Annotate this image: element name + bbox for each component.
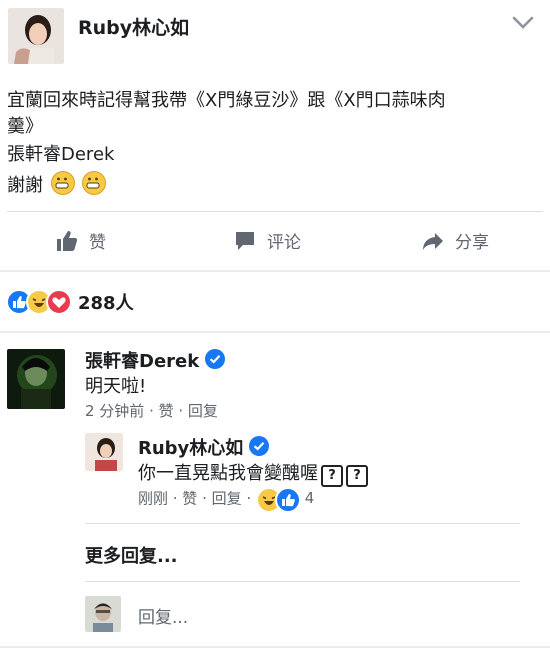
reply-reactions[interactable] [255, 487, 301, 513]
post-thanks-line: 謝謝 [7, 171, 107, 197]
chevron-down-icon[interactable] [512, 15, 534, 34]
comment-author-line: 張軒睿Derek [85, 347, 226, 373]
reply-meta-line: 刚刚 · 赞 · 回复 · 4 [138, 487, 315, 513]
like-label: 赞 [89, 233, 106, 253]
love-reaction-icon [46, 289, 72, 315]
unknown-glyph-icon: ? [321, 465, 343, 487]
share-label: 分享 [455, 233, 489, 253]
section-separator [0, 270, 550, 272]
section-separator [0, 331, 550, 333]
grin-emoji-icon [50, 171, 75, 195]
post-author-avatar[interactable] [8, 8, 64, 64]
reply-author-avatar[interactable] [85, 433, 123, 471]
avatar-image [8, 8, 64, 64]
share-button[interactable]: 分享 [421, 228, 489, 253]
verified-badge-icon [205, 349, 226, 369]
like-button[interactable]: 赞 [55, 228, 106, 253]
avatar-image [85, 433, 123, 471]
avatar-image [7, 349, 65, 409]
comment-button[interactable]: 评论 [233, 228, 301, 253]
share-icon [423, 232, 443, 250]
comment-author-avatar[interactable] [7, 349, 65, 409]
reply-reaction-count: 4 [304, 489, 315, 507]
grin-emoji-icon [82, 171, 107, 195]
comment-meta[interactable]: 2 分钟前 · 赞 · 回复 [85, 400, 218, 421]
post-mention[interactable]: 張軒睿Derek [7, 140, 114, 166]
reply-text: 你一直晃點我會變醜喔 [138, 463, 318, 484]
unknown-glyph-icon: ? [346, 465, 368, 487]
comment-icon [236, 231, 254, 250]
reply-author-line: Ruby林心如 [138, 434, 270, 460]
current-user-avatar[interactable] [85, 596, 121, 632]
post-thanks-text: 謝謝 [7, 175, 43, 196]
divider [85, 523, 520, 524]
post-text-line1: 宜蘭回來時記得幫我帶《X門綠豆沙》跟《X門口蒜味肉 [7, 90, 446, 111]
comment-author-name[interactable]: 張軒睿Derek [85, 351, 199, 372]
more-replies-link[interactable]: 更多回复... [85, 542, 178, 568]
reply-input[interactable]: 回复... [138, 603, 188, 628]
verified-badge-icon [249, 436, 270, 456]
post-author-name[interactable]: Ruby林心如 [78, 13, 189, 40]
avatar-image [85, 596, 121, 632]
reply-meta[interactable]: 刚刚 · 赞 · 回复 · [138, 490, 251, 508]
comment-text: 明天啦! [85, 376, 147, 397]
bottom-separator [0, 646, 550, 648]
like-reaction-icon [274, 487, 301, 513]
divider [85, 581, 520, 582]
divider [7, 211, 543, 212]
reply-author-name[interactable]: Ruby林心如 [138, 438, 243, 459]
comment-label: 评论 [267, 233, 301, 253]
reply-text-line: 你一直晃點我會變醜喔?? [138, 459, 368, 487]
reactions-summary[interactable]: 288人 [6, 289, 206, 315]
reactions-count[interactable]: 288人 [78, 289, 134, 315]
thumbs-up-icon [57, 230, 78, 251]
post-text-line2: 羹》 [7, 116, 43, 137]
